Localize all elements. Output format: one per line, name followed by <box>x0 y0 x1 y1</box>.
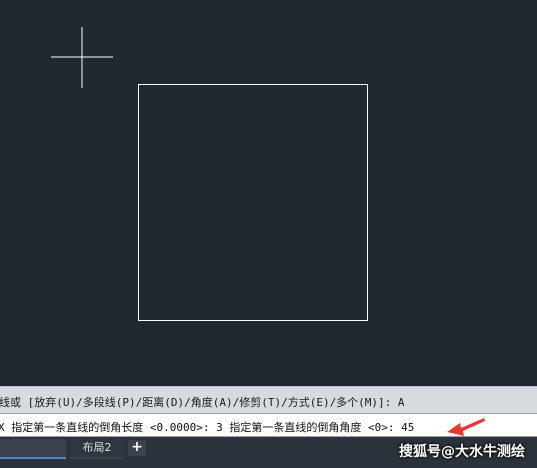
crosshair-cursor-icon <box>51 27 113 88</box>
add-layout-button[interactable]: + <box>128 440 146 456</box>
drawing-canvas[interactable] <box>0 0 537 386</box>
command-history-text: 线或 [放弃(U)/多段线(P)/距离(D)/角度(A)/修剪(T)/方式(E)… <box>0 396 405 409</box>
tab-layout1[interactable] <box>0 439 66 459</box>
watermark-text: 搜狐号@大水牛测绘 <box>399 444 525 460</box>
red-arrow-icon <box>447 418 485 436</box>
layout-tab-bar: 布局2 + 搜狐号@大水牛测绘 <box>0 437 537 468</box>
command-history-line: 线或 [放弃(U)/多段线(P)/距离(D)/角度(A)/修剪(T)/方式(E)… <box>0 386 537 413</box>
command-input-line[interactable]: X 指定第一条直线的倒角长度 <0.0000>: 3 指定第一条直线的倒角角度 … <box>0 413 537 437</box>
canvas-graphics <box>51 27 368 321</box>
tab-layout2[interactable]: 布局2 <box>70 439 124 459</box>
square-drawing[interactable] <box>138 84 368 321</box>
